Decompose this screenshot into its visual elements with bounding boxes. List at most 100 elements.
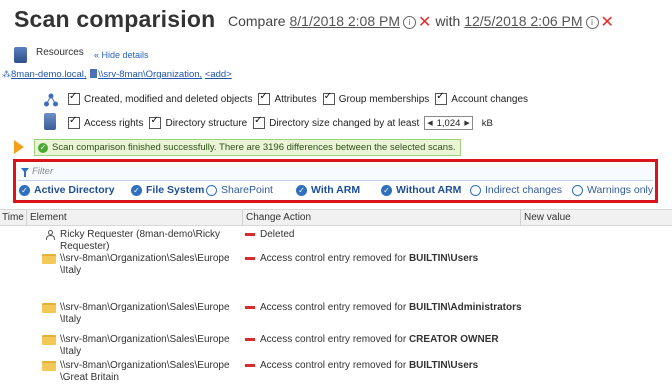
action-text: Access control entry removed for (260, 253, 407, 264)
checkbox-attributes[interactable] (258, 91, 271, 105)
action-text: Access control entry removed for (260, 360, 407, 371)
filter-placeholder: Filter (32, 166, 54, 177)
option-label: Created, modified and deleted objects (84, 93, 253, 105)
results-grid-header: Time Element Change Action New value (0, 209, 672, 226)
scan-date-1-link[interactable]: 8/1/2018 2:08 PM (289, 13, 400, 29)
scan-date-2-link[interactable]: 12/5/2018 2:06 PM (464, 13, 582, 29)
element-text: \\srv-8man\Organization\Sales\Europe \It… (60, 253, 230, 276)
column-header-time[interactable]: Time (2, 212, 24, 223)
arrow-icon (14, 140, 24, 154)
action-cell: Access control entry removed for CREATOR… (245, 334, 499, 345)
resources-label: Resources (36, 47, 84, 58)
check-circle-icon: ✓ (19, 184, 30, 196)
principal-name: BUILTIN\Users (408, 253, 479, 264)
removed-icon (245, 338, 255, 341)
action-cell: Deleted (245, 229, 294, 240)
hide-details-link[interactable]: « Hide details (94, 50, 149, 60)
increment-icon[interactable]: ▶ (462, 119, 471, 127)
domain-link[interactable]: 8man-demo.local, (11, 69, 87, 80)
filter-panel: Filter ✓ Active Directory ✓ File System Sh… (13, 159, 658, 203)
principal-name: CREATOR OWNER (408, 334, 499, 345)
filter-label: File System (146, 184, 205, 196)
action-cell: Access control entry removed for BUILTIN… (245, 253, 478, 264)
option-label: Group memberships (338, 93, 430, 105)
size-unit: kB (481, 117, 493, 129)
decrement-icon[interactable]: ◀ (425, 119, 434, 127)
checkbox-account-changes[interactable] (435, 91, 448, 105)
checkbox-group-memberships[interactable] (322, 91, 335, 105)
filter-label: Indirect changes (485, 184, 563, 196)
principal-name: BUILTIN\Administrators (408, 302, 522, 313)
ad-options-row: Created, modified and deleted objects At… (62, 91, 529, 105)
filter-label: Warnings only (587, 184, 654, 196)
filter-input[interactable]: Filter (18, 164, 653, 181)
status-message: ✓ Scan comparison finished successfully.… (34, 139, 462, 156)
filter-active-directory[interactable]: ✓ Active Directory (19, 184, 115, 196)
network-icon (44, 93, 58, 107)
action-text: Deleted (260, 229, 295, 240)
remove-date-1-icon[interactable]: ✕ (418, 14, 431, 31)
element-text: \\srv-8man\Organization\Sales\Europe \It… (60, 334, 230, 357)
filter-icon-stem (24, 172, 26, 177)
element-text: \\srv-8man\Organization\Sales\Europe \Gr… (60, 360, 230, 383)
folder-icon (42, 254, 56, 264)
check-circle-icon: ✓ (131, 184, 142, 196)
option-label: Access rights (84, 117, 144, 129)
compare-bar: Compare 8/1/2018 2:08 PM i ✕ with 12/5/2018… (228, 12, 618, 32)
add-resource-link[interactable]: <add> (205, 69, 232, 80)
action-text: Access control entry removed for (260, 334, 407, 345)
option-label: Attributes (274, 93, 317, 105)
compare-label: Compare (228, 13, 286, 29)
column-header-element[interactable]: Element (30, 212, 67, 223)
filter-label: SharePoint (221, 184, 273, 196)
element-text: \\srv-8man\Organization\Sales\Europe \It… (60, 302, 230, 325)
action-cell: Access control entry removed for BUILTIN… (245, 302, 522, 313)
checkbox-directory-size[interactable] (253, 115, 266, 129)
column-divider[interactable] (26, 210, 27, 225)
option-label: Account changes (451, 93, 529, 105)
filter-with-arm[interactable]: ✓ With ARM (296, 184, 360, 196)
removed-icon (245, 306, 255, 309)
checkbox-access-rights[interactable] (68, 115, 80, 129)
option-label: Directory size changed by at least (269, 117, 420, 129)
resource-path-row: ⁂8man-demo.local, \\srv-8man\Organizatio… (2, 69, 232, 80)
filter-label: Active Directory (34, 184, 115, 196)
fs-options-row: Access rights Directory structure Direct… (62, 115, 493, 130)
option-label: Directory structure (165, 117, 248, 129)
share-icon (90, 69, 98, 78)
filter-warnings-only[interactable]: Warnings only (572, 184, 653, 196)
network-icon: ⁂ (2, 69, 11, 79)
folder-icon (42, 335, 56, 345)
filter-without-arm[interactable]: ✓ Without ARM (381, 184, 461, 196)
checkbox-created-modified-deleted[interactable] (68, 91, 80, 105)
circle-icon (572, 184, 583, 196)
column-divider[interactable] (520, 210, 521, 225)
size-value[interactable]: 1,024 (435, 118, 463, 129)
server-icon (44, 113, 56, 130)
remove-date-2-icon[interactable]: ✕ (601, 14, 614, 31)
info-icon[interactable]: i (585, 16, 599, 29)
page-title: Scan comparision (14, 6, 216, 32)
server-icon (14, 47, 27, 63)
status-text: Scan comparison finished successfully. T… (52, 142, 456, 153)
checkbox-directory-structure[interactable] (149, 115, 162, 129)
filter-indirect-changes[interactable]: Indirect changes (470, 184, 562, 196)
action-cell: Access control entry removed for BUILTIN… (245, 360, 478, 371)
user-icon (46, 230, 55, 240)
column-divider[interactable] (242, 210, 243, 225)
info-icon[interactable]: i (403, 16, 417, 29)
size-stepper[interactable]: ◀ 1,024 ▶ (424, 116, 473, 130)
element-text: Ricky Requester (8man-demo\Ricky Request… (60, 229, 221, 252)
server-path-link[interactable]: \\srv-8man\Organization, (98, 69, 202, 80)
column-header-change-action[interactable]: Change Action (246, 212, 311, 223)
filter-sharepoint[interactable]: SharePoint (206, 184, 273, 196)
check-icon: ✓ (38, 142, 48, 153)
removed-icon (245, 233, 255, 236)
action-text: Access control entry removed for (260, 302, 407, 313)
principal-name: BUILTIN\Users (408, 360, 479, 371)
with-label: with (435, 13, 461, 29)
column-header-new-value[interactable]: New value (524, 212, 571, 223)
circle-icon (470, 184, 481, 196)
filter-file-system[interactable]: ✓ File System (131, 184, 204, 196)
folder-icon (42, 361, 56, 371)
